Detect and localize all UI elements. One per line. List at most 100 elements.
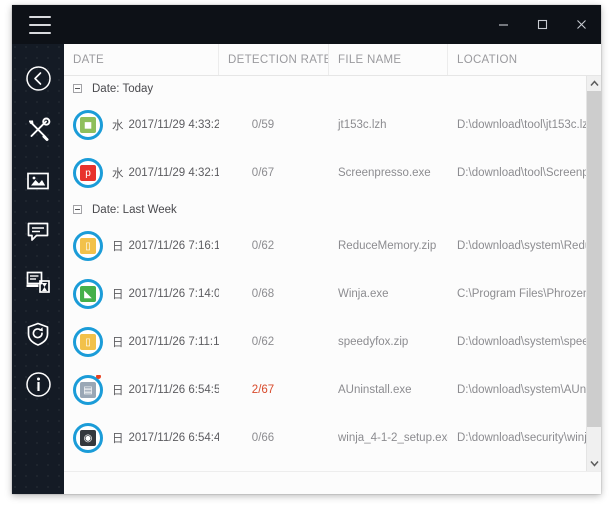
cell-file-name: ReduceMemory.zip — [338, 240, 437, 252]
date-label: 2017/11/26 6:54:51 — [128, 384, 220, 396]
uninstall-icon: ▤ — [73, 375, 103, 405]
day-of-week-label: 日 — [112, 335, 124, 349]
chevron-down-icon — [589, 461, 599, 467]
column-header-detection-rate[interactable]: DETECTION RATE — [219, 44, 329, 75]
setup-package-icon: ◉ — [73, 423, 103, 453]
window-controls — [484, 5, 601, 44]
content-area: DATE DETECTION RATE FILE NAME LOCATION D… — [64, 44, 601, 494]
cell-detection-rate: 0/68 — [251, 288, 275, 300]
file-type-glyph: p — [80, 165, 96, 181]
file-type-glyph: ▯ — [80, 238, 96, 254]
table-row[interactable]: ▯ 日 2017/11/26 7:11:11 0/62 speedyfox.zip D:\… — [64, 318, 586, 366]
cell-detection-rate: 0/59 — [251, 119, 275, 131]
cell-date: ▯ 日 2017/11/26 7:16:10 — [64, 231, 219, 261]
group-header-row[interactable]: Date: Today — [64, 76, 586, 101]
table-row[interactable]: p 水 2017/11/29 4:32:17 0/67 Screenpresso.exe… — [64, 149, 586, 197]
collapse-group-icon[interactable] — [73, 84, 82, 93]
table-row[interactable]: ▤ 日 2017/11/26 6:54:51 2/67 AUninstall.exe D:… — [64, 366, 586, 414]
date-label: 2017/11/29 4:33:28 — [128, 119, 220, 131]
cell-file-name: winja_4-1-2_setup.exe — [338, 432, 448, 444]
cell-date: ◼ 水 2017/11/29 4:33:28 — [64, 110, 219, 140]
info-circle-icon — [25, 372, 51, 397]
day-of-week-label: 日 — [112, 239, 124, 253]
back-circle-icon — [25, 66, 51, 91]
table-row[interactable]: ◣ 日 2017/11/26 7:14:02 0/68 Winja.exe C:\Prog… — [64, 270, 586, 318]
hamburger-menu-icon[interactable] — [21, 5, 59, 44]
file-type-glyph: ◼ — [80, 117, 96, 133]
minimize-icon — [499, 24, 508, 26]
maximize-icon — [537, 19, 548, 30]
cell-location: D:\download\tool\Screenpr... — [457, 167, 586, 179]
archive-green-icon: ◼ — [73, 110, 103, 140]
scrollbar-track[interactable] — [587, 91, 601, 456]
cell-file-name: jt153c.lzh — [338, 119, 387, 131]
scroll-up-button[interactable] — [587, 76, 601, 91]
table-row[interactable]: ◼ 水 2017/11/29 4:33:28 0/59 jt153c.lzh D:\dow… — [64, 101, 586, 149]
table-row[interactable]: ▯ 日 2017/11/26 7:16:10 0/62 ReduceMemory.zip… — [64, 222, 586, 270]
cell-date: ▯ 日 2017/11/26 7:11:11 — [64, 327, 219, 357]
cell-date: ◉ 日 2017/11/26 6:54:43 — [64, 423, 219, 453]
file-type-glyph: ◣ — [80, 286, 96, 302]
cell-date: p 水 2017/11/29 4:32:17 — [64, 158, 219, 188]
cell-location: D:\download\system\AUnin... — [457, 384, 586, 396]
hamburger-bar — [29, 15, 51, 18]
column-header-file-name[interactable]: FILE NAME — [329, 44, 448, 75]
table-body-wrapper: Date: Today ◼ 水 2017/11/29 4:33:28 0/59 jt153… — [64, 76, 601, 471]
tools-icon — [28, 117, 50, 141]
chat-bubble-icon — [27, 222, 49, 241]
screenpresso-icon: p — [73, 158, 103, 188]
day-of-week-label: 日 — [112, 431, 124, 445]
cell-detection-rate: 0/67 — [251, 167, 275, 179]
file-type-glyph: ◉ — [80, 430, 96, 446]
column-header-location[interactable]: LOCATION — [448, 44, 601, 75]
table-row[interactable]: ◉ 日 2017/11/26 6:54:43 0/66 winja_4-1-2_setu… — [64, 414, 586, 462]
group-label: Date: Last Week — [92, 203, 177, 216]
group-header-row[interactable]: Date: Last Week — [64, 197, 586, 222]
sidebar-item-scan-history[interactable] — [12, 257, 64, 308]
cell-detection-rate: 2/67 — [251, 384, 275, 396]
date-label: 2017/11/26 6:54:43 — [128, 432, 220, 444]
cell-location: D:\download\system\Reduc... — [457, 240, 586, 252]
sidebar-item-back[interactable] — [12, 53, 64, 104]
cell-file-name: AUninstall.exe — [338, 384, 412, 396]
collapse-group-icon[interactable] — [73, 205, 82, 214]
date-label: 2017/11/26 7:14:02 — [128, 288, 220, 300]
cell-date: ▤ 日 2017/11/26 6:54:51 — [64, 375, 219, 405]
day-of-week-label: 日 — [112, 287, 124, 301]
cell-detection-rate: 0/62 — [251, 336, 275, 348]
chevron-up-icon — [589, 80, 599, 86]
sidebar-item-image[interactable] — [12, 155, 64, 206]
sidebar-item-tools[interactable] — [12, 104, 64, 155]
file-type-glyph: ▤ — [80, 382, 96, 398]
sidebar-item-protection[interactable] — [12, 308, 64, 359]
sidebar-item-chat[interactable] — [12, 206, 64, 257]
date-label: 2017/11/29 4:32:17 — [128, 167, 220, 179]
scan-history-list: Date: Today ◼ 水 2017/11/29 4:33:28 0/59 jt153… — [64, 76, 586, 471]
scrollbar-thumb[interactable] — [587, 91, 601, 427]
minimize-button[interactable] — [484, 5, 523, 44]
title-bar — [12, 5, 601, 44]
maximize-button[interactable] — [523, 5, 562, 44]
vertical-scrollbar[interactable] — [586, 76, 601, 471]
sidebar-item-about[interactable] — [12, 359, 64, 410]
cell-location: D:\download\system\speed... — [457, 336, 586, 348]
scroll-down-button[interactable] — [587, 456, 601, 471]
close-button[interactable] — [562, 5, 601, 44]
sidebar — [12, 44, 64, 494]
cell-date: ◣ 日 2017/11/26 7:14:02 — [64, 279, 219, 309]
hamburger-bar — [29, 23, 51, 26]
scan-report-icon — [26, 271, 50, 293]
cell-location: C:\Program Files\PhrozenWi... — [457, 288, 586, 300]
status-bar — [64, 471, 601, 494]
day-of-week-label: 水 — [112, 166, 124, 180]
cell-file-name: Screenpresso.exe — [338, 167, 431, 179]
close-icon — [577, 20, 586, 29]
column-header-date[interactable]: DATE — [64, 44, 219, 75]
date-label: 2017/11/26 7:11:11 — [128, 336, 220, 348]
day-of-week-label: 水 — [112, 118, 124, 132]
group-label: Date: Today — [92, 82, 154, 95]
table-row[interactable]: ✎日2017/11/26 6:45:420/68keywrangler_inst… — [64, 462, 586, 471]
image-icon — [27, 172, 49, 189]
zip-archive-icon: ▯ — [73, 327, 103, 357]
cell-location: D:\download\security\winja... — [457, 432, 586, 444]
